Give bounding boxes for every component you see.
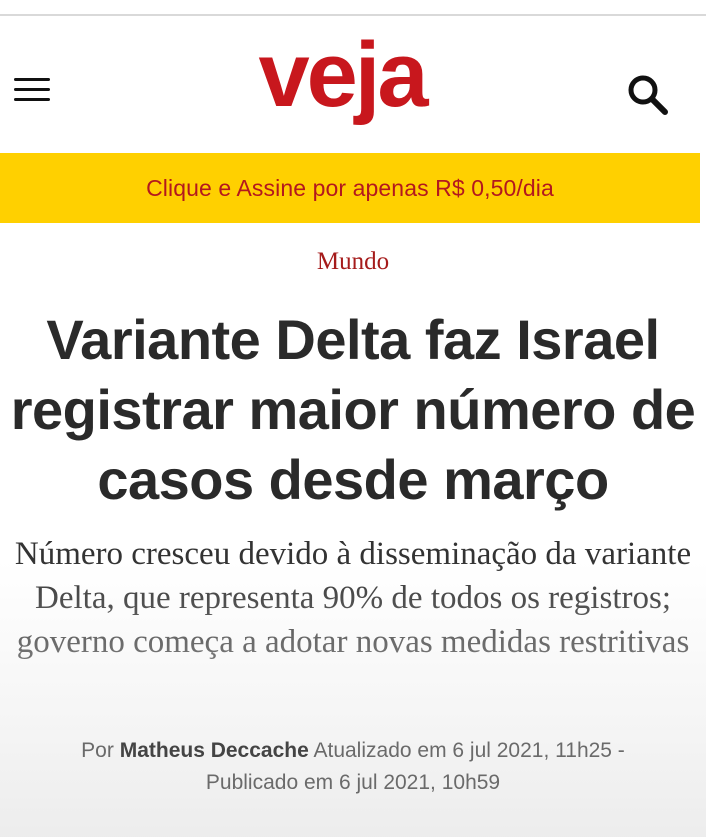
subscribe-banner-text: Clique e Assine por apenas R$ 0,50/dia — [146, 174, 554, 201]
site-header: veja — [0, 16, 706, 153]
article-subtitle: Número cresceu devido à disseminação da … — [14, 536, 692, 660]
hamburger-menu-icon[interactable] — [14, 78, 50, 104]
article-page: veja Clique e Assine por apenas R$ 0,50/… — [0, 0, 706, 837]
veja-logo[interactable]: veja — [232, 36, 452, 140]
logo-text: veja — [258, 36, 429, 126]
author-link[interactable]: Matheus Deccache — [120, 739, 309, 762]
menu-bar — [14, 98, 50, 101]
menu-bar — [14, 88, 50, 91]
search-icon[interactable] — [623, 70, 673, 120]
subscribe-banner[interactable]: Clique e Assine por apenas R$ 0,50/dia — [0, 153, 700, 223]
updated-timestamp: Atualizado em 6 jul 2021, 11h25 - — [313, 739, 625, 762]
article-headline: Variante Delta faz Israel registrar maio… — [10, 308, 696, 511]
section-link[interactable]: Mundo — [0, 248, 706, 276]
byline-prefix: Por — [81, 739, 114, 762]
menu-bar — [14, 78, 50, 81]
article-byline: Por Matheus Deccache Atualizado em 6 jul… — [20, 735, 686, 799]
published-timestamp: Publicado em 6 jul 2021, 10h59 — [205, 771, 501, 794]
